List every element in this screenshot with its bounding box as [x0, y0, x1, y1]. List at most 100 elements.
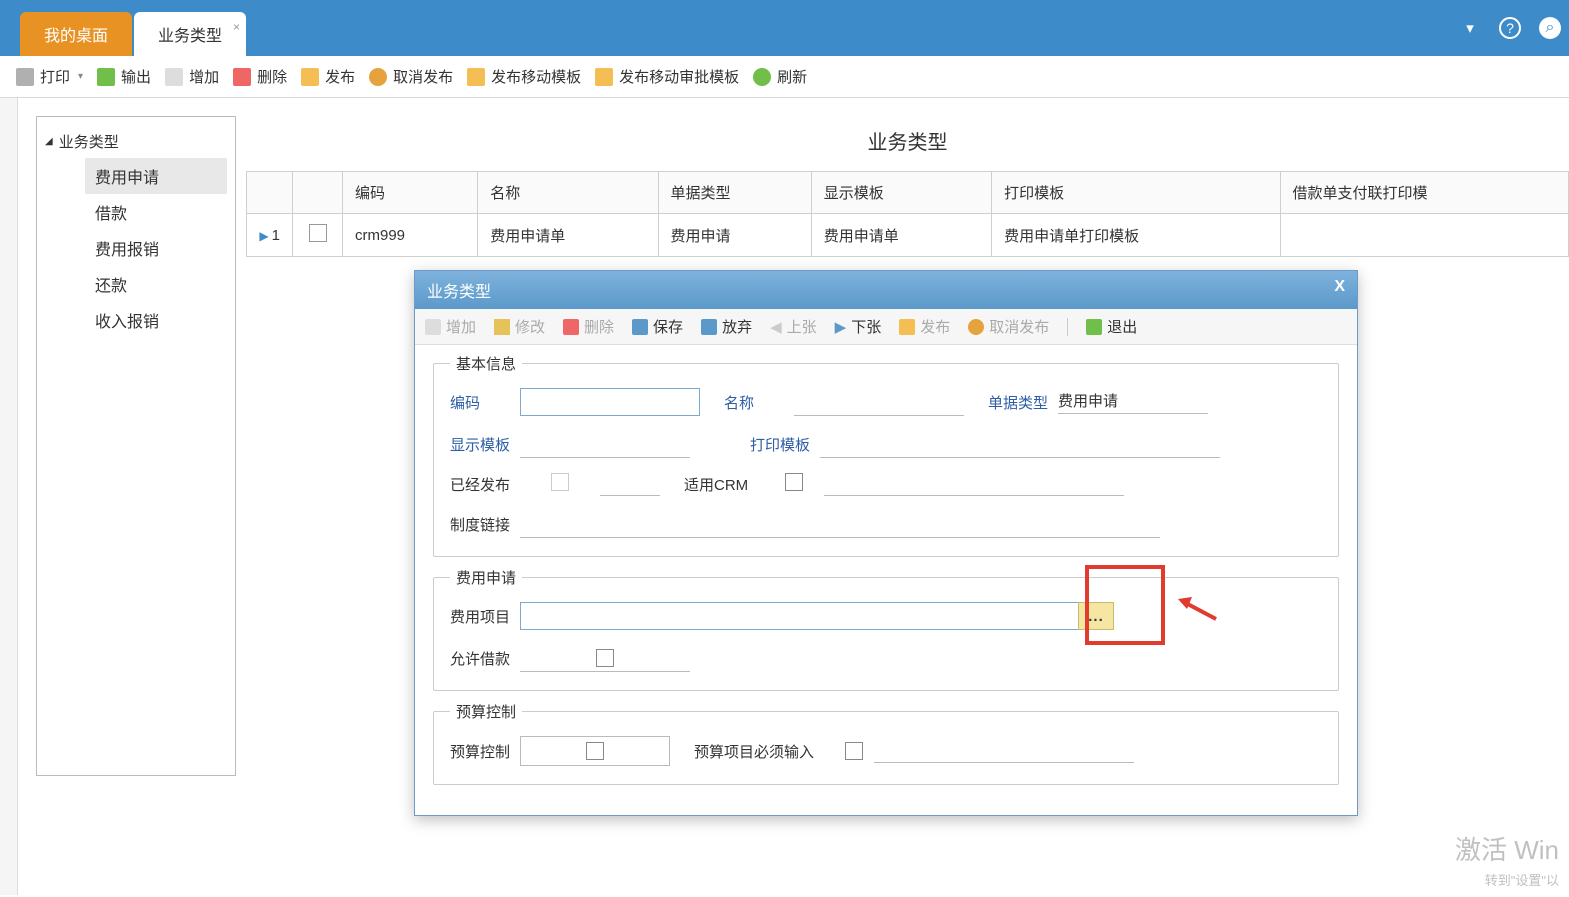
toolbar-separator: [1067, 318, 1068, 336]
budget-ctrl-checkbox[interactable]: [586, 742, 604, 760]
link-input[interactable]: [520, 510, 1160, 538]
grid-header-row: 编码 名称 单据类型 显示模板 打印模板 借款单支付联打印模: [247, 172, 1569, 214]
mobile-approve-icon: [595, 68, 613, 86]
tree-children: 费用申请 借款 费用报销 还款 收入报销: [85, 158, 227, 338]
refresh-label: 刷新: [777, 66, 807, 87]
col-rownum: [247, 172, 293, 214]
export-label: 输出: [121, 66, 151, 87]
col-displaytpl[interactable]: 显示模板: [811, 172, 991, 214]
name-label: 名称: [724, 392, 794, 413]
col-billtype[interactable]: 单据类型: [658, 172, 811, 214]
dlg-discard-button[interactable]: 放弃: [701, 316, 752, 337]
tab-desktop[interactable]: 我的桌面: [20, 12, 132, 56]
help-icon[interactable]: ?: [1499, 17, 1521, 39]
expense-item-input[interactable]: [520, 602, 1080, 630]
expense-item-lookup-button[interactable]: ...: [1078, 602, 1114, 630]
dlg-save-button[interactable]: 保存: [632, 316, 683, 337]
publish-button[interactable]: 发布: [301, 66, 355, 87]
printtpl-input[interactable]: [820, 430, 1220, 458]
crm-field: 适用CRM: [684, 472, 1124, 496]
row-pointer-icon: ▶: [259, 229, 271, 243]
displaytpl-input[interactable]: [520, 430, 690, 458]
code-label: 编码: [450, 392, 520, 413]
print-button[interactable]: 打印 ▾: [16, 66, 83, 87]
left-gutter: [0, 98, 18, 895]
col-code[interactable]: 编码: [343, 172, 478, 214]
dlg-add-button[interactable]: 增加: [425, 316, 476, 337]
allow-loan-field: 允许借款: [450, 644, 690, 672]
dlg-delete-button[interactable]: 删除: [563, 316, 614, 337]
expense-legend: 费用申请: [450, 567, 522, 588]
cell-code[interactable]: crm999: [343, 214, 478, 257]
tab-business-type[interactable]: 业务类型 ×: [134, 12, 246, 56]
expense-item-lookup: ...: [520, 602, 1114, 630]
nav-tree: ◢ 业务类型 费用申请 借款 费用报销 还款 收入报销: [36, 116, 236, 776]
topbar-actions: ▾ ? ⌕: [1459, 17, 1561, 39]
add-label: 增加: [189, 66, 219, 87]
dropdown-icon[interactable]: ▾: [1459, 17, 1481, 39]
col-name[interactable]: 名称: [478, 172, 658, 214]
prev-icon: ◀: [770, 318, 782, 336]
tree-root[interactable]: ◢ 业务类型: [45, 131, 227, 152]
unpublish-button[interactable]: 取消发布: [369, 66, 453, 87]
allow-loan-label: 允许借款: [450, 648, 520, 669]
exit-icon: [1086, 319, 1102, 335]
publish-label: 发布: [325, 66, 355, 87]
basic-info-legend: 基本信息: [450, 353, 522, 374]
billtype-value[interactable]: 费用申请: [1058, 390, 1208, 414]
col-loanprint[interactable]: 借款单支付联打印模: [1280, 172, 1569, 214]
tab-close-icon[interactable]: ×: [233, 20, 240, 34]
publish-mobile-approve-label: 发布移动审批模板: [619, 66, 739, 87]
dialog-body: 基本信息 编码 名称 单据类型 费用申请 显示模板: [415, 345, 1357, 815]
tree-item-loan[interactable]: 借款: [85, 194, 227, 230]
delete-button[interactable]: 删除: [233, 66, 287, 87]
grid-row[interactable]: ▶1 crm999 费用申请单 费用申请 费用申请单 费用申请单打印模板: [247, 214, 1569, 257]
unpublish-label: 取消发布: [393, 66, 453, 87]
name-field: 名称: [724, 388, 964, 416]
export-button[interactable]: 输出: [97, 66, 151, 87]
tree-item-expense-apply[interactable]: 费用申请: [85, 158, 227, 194]
link-label: 制度链接: [450, 514, 520, 535]
code-input[interactable]: [520, 388, 700, 416]
search-icon[interactable]: ⌕: [1539, 17, 1561, 39]
cell-billtype[interactable]: 费用申请: [658, 214, 811, 257]
next-icon: ▶: [835, 318, 847, 336]
crm-checkbox[interactable]: [785, 473, 803, 491]
budget-required-checkbox[interactable]: [845, 742, 863, 760]
publish-mobile-approve-tpl-button[interactable]: 发布移动审批模板: [595, 66, 739, 87]
dlg-edit-button[interactable]: 修改: [494, 316, 545, 337]
allow-loan-checkbox[interactable]: [596, 649, 614, 667]
save-icon: [632, 319, 648, 335]
cell-loanprint[interactable]: [1280, 214, 1569, 257]
cell-displaytpl[interactable]: 费用申请单: [811, 214, 991, 257]
billtype-label: 单据类型: [988, 392, 1058, 413]
dlg-publish-button[interactable]: 发布: [899, 316, 950, 337]
tab-strip: 我的桌面 业务类型 ×: [0, 0, 246, 56]
tree-collapse-icon[interactable]: ◢: [45, 136, 53, 147]
tree-item-income-reimburse[interactable]: 收入报销: [85, 302, 227, 338]
unpublish-icon: [968, 319, 984, 335]
watermark-line2: 转到"设置"以: [1485, 870, 1559, 889]
dlg-unpublish-button[interactable]: 取消发布: [968, 316, 1049, 337]
cell-name[interactable]: 费用申请单: [478, 214, 658, 257]
tab-label: 我的桌面: [44, 28, 108, 45]
published-checkbox[interactable]: [551, 473, 569, 491]
dlg-next-button[interactable]: ▶下张: [835, 316, 882, 337]
budget-control-section: 预算控制 预算控制 预算项目必须输入: [433, 701, 1339, 785]
row-checkbox[interactable]: [309, 224, 327, 242]
cell-printtpl[interactable]: 费用申请单打印模板: [992, 214, 1280, 257]
dialog-close-button[interactable]: X: [1334, 278, 1345, 302]
dlg-exit-button[interactable]: 退出: [1086, 316, 1137, 337]
refresh-button[interactable]: 刷新: [753, 66, 807, 87]
mobile-tpl-icon: [467, 68, 485, 86]
add-button[interactable]: 增加: [165, 66, 219, 87]
chevron-down-icon: ▾: [78, 71, 83, 82]
print-label: 打印: [40, 66, 70, 87]
tree-item-repay[interactable]: 还款: [85, 266, 227, 302]
add-icon: [425, 319, 441, 335]
name-input[interactable]: [794, 388, 964, 416]
dlg-prev-button[interactable]: ◀上张: [770, 316, 817, 337]
publish-mobile-tpl-button[interactable]: 发布移动模板: [467, 66, 581, 87]
col-printtpl[interactable]: 打印模板: [992, 172, 1280, 214]
tree-item-expense-reimburse[interactable]: 费用报销: [85, 230, 227, 266]
